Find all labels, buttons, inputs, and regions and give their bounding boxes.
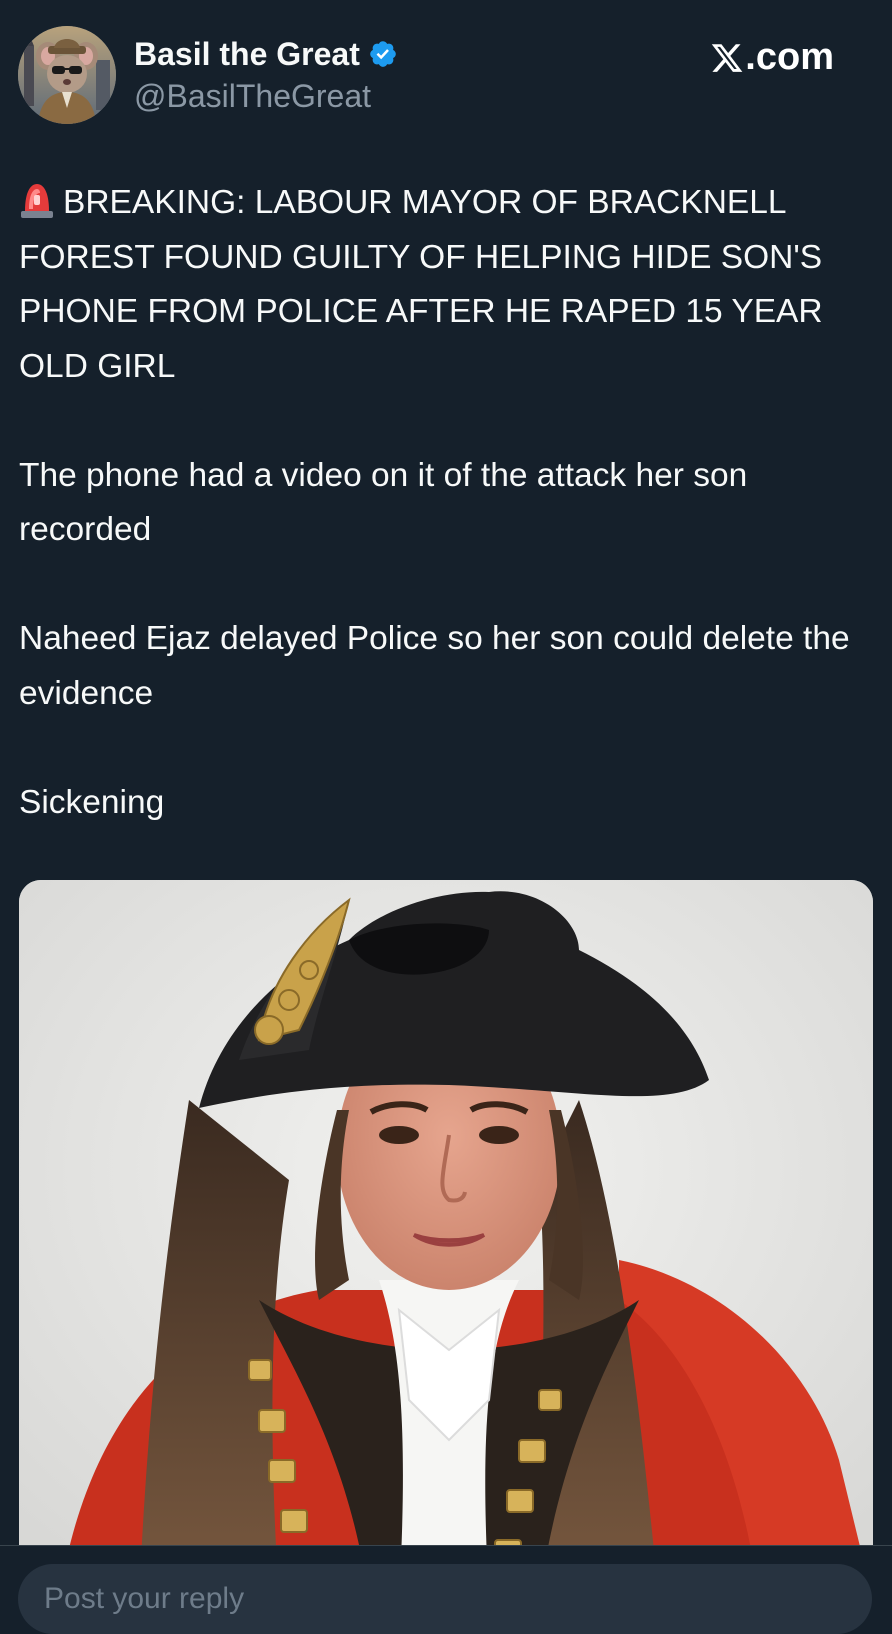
headline-text: BREAKING: LABOUR MAYOR OF BRACKNELL FORE… <box>19 184 823 385</box>
x-logo-icon <box>712 43 743 72</box>
reply-bar <box>0 1545 892 1634</box>
reply-input[interactable] <box>18 1564 872 1634</box>
avatar[interactable] <box>18 26 116 124</box>
author-block[interactable]: Basil the Great @BasilTheGreat <box>134 36 398 115</box>
mouse-detective-avatar-icon <box>18 26 116 124</box>
brand-watermark: .com <box>710 36 834 79</box>
display-name[interactable]: Basil the Great <box>134 36 360 73</box>
post-paragraph: Naheed Ejaz delayed Police so her son co… <box>19 620 850 712</box>
verified-badge-icon <box>370 41 396 67</box>
brand-text: .com <box>745 36 834 78</box>
post-media-photo[interactable] <box>19 880 873 1600</box>
post-header: Basil the Great @BasilTheGreat .com <box>18 26 874 126</box>
post-text: BREAKING: LABOUR MAYOR OF BRACKNELL FORE… <box>19 176 875 830</box>
post-paragraph: Sickening <box>19 783 165 821</box>
handle: @BasilTheGreat <box>134 78 372 114</box>
post-paragraph: The phone had a video on it of the attac… <box>19 456 748 549</box>
siren-emoji-icon <box>21 184 53 218</box>
portrait-photo <box>19 880 873 1600</box>
name-row: Basil the Great <box>134 36 398 72</box>
post-headline: BREAKING: LABOUR MAYOR OF BRACKNELL FORE… <box>19 176 875 394</box>
